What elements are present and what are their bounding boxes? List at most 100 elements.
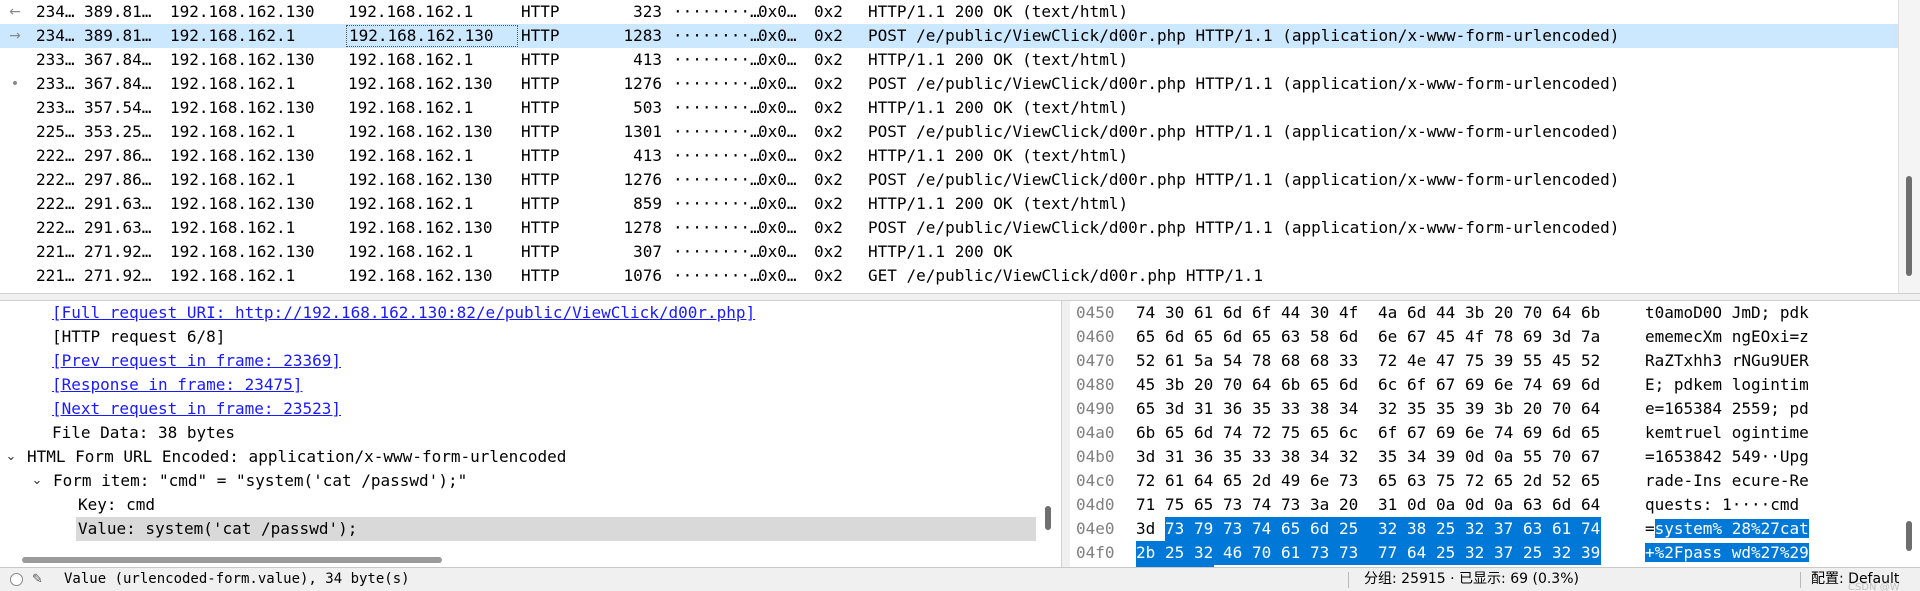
- hex-byte[interactable]: 67: [1581, 445, 1601, 469]
- hex-byte[interactable]: 6e: [1310, 469, 1330, 493]
- hex-byte[interactable]: 35: [1436, 397, 1456, 421]
- hex-byte[interactable]: 63: [1281, 325, 1301, 349]
- hex-byte[interactable]: 44: [1281, 301, 1301, 325]
- hex-byte[interactable]: 70: [1252, 541, 1281, 565]
- hex-byte[interactable]: 69: [1465, 373, 1485, 397]
- packet-row[interactable]: 225… 353.25… 192.168.162.1 192.168.162.130 H…: [0, 120, 1898, 144]
- hex-byte[interactable]: 25: [1165, 541, 1194, 565]
- hex-byte[interactable]: 36: [1194, 445, 1214, 469]
- hex-byte[interactable]: 38: [1310, 397, 1330, 421]
- hex-byte[interactable]: 74: [1494, 421, 1514, 445]
- hex-byte[interactable]: 55: [1523, 445, 1543, 469]
- next-request-link[interactable]: [Next request in frame: 23523]: [52, 399, 341, 418]
- hex-byte[interactable]: 4e: [1407, 349, 1427, 373]
- hex-byte[interactable]: 20: [1194, 373, 1214, 397]
- details-vscroll-thumb[interactable]: [1045, 506, 1051, 530]
- hex-byte[interactable]: 6b: [1581, 301, 1601, 325]
- hex-byte[interactable]: 3d: [1165, 397, 1185, 421]
- full-request-uri-link[interactable]: [Full request URI: http://192.168.162.13…: [52, 303, 755, 322]
- hex-byte[interactable]: 35: [1407, 397, 1427, 421]
- hex-byte[interactable]: 68: [1310, 349, 1330, 373]
- hex-byte[interactable]: 6e: [1378, 325, 1398, 349]
- detail-key[interactable]: Key: cmd: [78, 493, 155, 517]
- hex-byte[interactable]: 0d: [1465, 493, 1485, 517]
- hex-byte[interactable]: 64: [1581, 397, 1601, 421]
- packet-row[interactable]: 233… 357.54… 192.168.162.130 192.168.162.1 H…: [0, 96, 1898, 120]
- hex-byte[interactable]: 67: [1436, 373, 1456, 397]
- detail-http-request[interactable]: [HTTP request 6/8]: [52, 325, 225, 349]
- hex-byte[interactable]: 34: [1407, 445, 1427, 469]
- hex-byte[interactable]: 73: [1281, 493, 1301, 517]
- hex-byte[interactable]: 30: [1310, 301, 1330, 325]
- hex-byte[interactable]: 45: [1552, 349, 1572, 373]
- hex-byte[interactable]: 31: [1378, 493, 1398, 517]
- hex-byte[interactable]: 6d: [1552, 493, 1572, 517]
- hex-byte[interactable]: 64: [1552, 301, 1572, 325]
- detail-response[interactable]: [Response in frame: 23475]: [52, 373, 302, 397]
- detail-next-request[interactable]: [Next request in frame: 23523]: [52, 397, 341, 421]
- pane-splitter-vertical[interactable]: [1062, 301, 1070, 567]
- hex-byte[interactable]: 74: [1252, 493, 1272, 517]
- hex-byte[interactable]: 77: [1378, 541, 1407, 565]
- byte-ascii[interactable]: e=165384 2559; pd: [1645, 397, 1809, 421]
- hex-byte[interactable]: 32: [1465, 541, 1494, 565]
- hex-byte[interactable]: 0a: [1494, 445, 1514, 469]
- hex-byte[interactable]: 3a: [1310, 493, 1330, 517]
- hex-byte[interactable]: 65: [1252, 325, 1272, 349]
- hex-byte[interactable]: 73: [1165, 517, 1194, 541]
- hex-byte[interactable]: 61: [1165, 349, 1185, 373]
- hex-byte[interactable]: 46: [1223, 541, 1252, 565]
- hex-byte[interactable]: 3d: [1136, 517, 1156, 541]
- hex-byte[interactable]: 6f: [1378, 421, 1398, 445]
- hex-byte[interactable]: 65: [1136, 397, 1156, 421]
- hex-byte[interactable]: 0a: [1436, 493, 1456, 517]
- hex-byte[interactable]: 79: [1194, 517, 1223, 541]
- hex-byte[interactable]: 32: [1552, 541, 1581, 565]
- hex-byte[interactable]: 72: [1136, 469, 1156, 493]
- hex-byte[interactable]: 2d: [1523, 469, 1543, 493]
- hex-byte[interactable]: 64: [1252, 373, 1272, 397]
- hex-byte[interactable]: 65: [1494, 469, 1514, 493]
- hex-byte[interactable]: 65: [1194, 493, 1214, 517]
- hex-byte[interactable]: 32: [1378, 517, 1407, 541]
- hex-byte[interactable]: 55: [1523, 349, 1543, 373]
- hex-byte[interactable]: 39: [1494, 349, 1514, 373]
- byte-ascii[interactable]: rade-Ins ecure-Re: [1645, 469, 1809, 493]
- response-link[interactable]: [Response in frame: 23475]: [52, 375, 302, 394]
- hex-byte[interactable]: 61: [1552, 517, 1581, 541]
- hex-byte[interactable]: 0d: [1407, 493, 1427, 517]
- hex-byte[interactable]: 3d: [1552, 325, 1572, 349]
- hex-byte[interactable]: 47: [1436, 349, 1456, 373]
- hex-byte[interactable]: 70: [1552, 445, 1572, 469]
- hex-byte[interactable]: 33: [1339, 349, 1359, 373]
- packet-row[interactable]: 233… 367.84… 192.168.162.130 192.168.162.1 H…: [0, 48, 1898, 72]
- hex-byte[interactable]: 69: [1523, 325, 1543, 349]
- hex-byte[interactable]: 73: [1339, 469, 1359, 493]
- packet-row[interactable]: • 233… 367.84… 192.168.162.1 192.168.162.130…: [0, 72, 1898, 96]
- packet-row[interactable]: 222… 297.86… 192.168.162.1 192.168.162.130 H…: [0, 168, 1898, 192]
- hex-byte[interactable]: 58: [1310, 325, 1330, 349]
- hex-byte[interactable]: 65: [1581, 469, 1601, 493]
- hex-byte[interactable]: 75: [1465, 349, 1485, 373]
- hex-byte[interactable]: 6f: [1407, 373, 1427, 397]
- hex-byte[interactable]: 72: [1252, 421, 1272, 445]
- hex-byte[interactable]: 25: [1436, 541, 1465, 565]
- detail-full-request-uri[interactable]: [Full request URI: http://192.168.162.13…: [52, 301, 755, 325]
- hex-byte[interactable]: 61: [1165, 469, 1185, 493]
- packet-row[interactable]: 222… 297.86… 192.168.162.130 192.168.162.1 H…: [0, 144, 1898, 168]
- hex-byte[interactable]: 65: [1223, 469, 1243, 493]
- hex-byte[interactable]: 0a: [1494, 493, 1514, 517]
- hex-byte[interactable]: 25: [1339, 517, 1378, 541]
- hex-byte[interactable]: 52: [1552, 469, 1572, 493]
- hex-byte[interactable]: 63: [1407, 469, 1427, 493]
- detail-form-header[interactable]: ⌄ HTML Form URL Encoded: application/x-w…: [0, 445, 1040, 469]
- hex-byte[interactable]: 73: [1339, 541, 1378, 565]
- hex-byte[interactable]: 70: [1223, 373, 1243, 397]
- byte-ascii[interactable]: +%2Fpass wd%27%29: [1645, 541, 1809, 565]
- detail-prev-request[interactable]: [Prev request in frame: 23369]: [52, 349, 341, 373]
- hex-byte[interactable]: 3b: [1465, 301, 1485, 325]
- hex-byte[interactable]: 75: [1436, 469, 1456, 493]
- pane-splitter-horizontal[interactable]: [0, 293, 1920, 301]
- hex-byte[interactable]: 33: [1281, 397, 1301, 421]
- byte-ascii[interactable]: kemtruel ogintime: [1645, 421, 1809, 445]
